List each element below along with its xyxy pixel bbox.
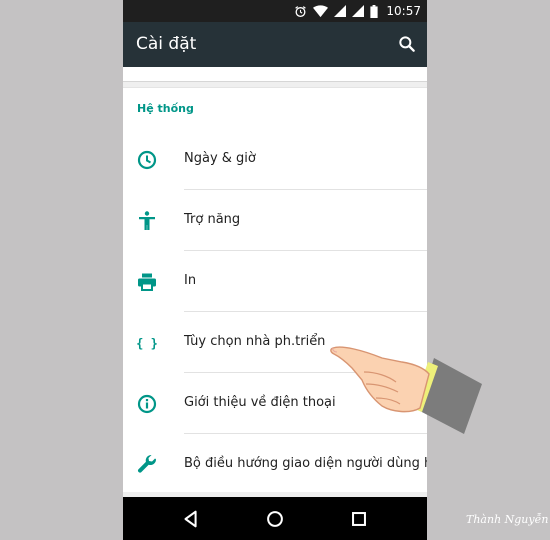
section-header: Hệ thống [137, 102, 194, 115]
back-button[interactable] [180, 508, 202, 530]
cell-signal-icon [334, 5, 347, 17]
watermark-signature: Thành Nguyễn [466, 513, 549, 526]
setting-label: In [184, 273, 197, 288]
setting-print[interactable]: In [123, 251, 427, 312]
status-bar: 10:57 [123, 0, 427, 22]
setting-date-time[interactable]: Ngày & giờ [123, 129, 427, 190]
setting-accessibility[interactable]: Trợ năng [123, 190, 427, 251]
setting-label: Tùy chọn nhà ph.triển [184, 334, 326, 349]
battery-icon [370, 4, 379, 18]
home-button[interactable] [264, 508, 286, 530]
developer-braces-icon: { } [136, 337, 158, 351]
clock-icon [137, 150, 157, 170]
app-bar: Cài đặt [123, 22, 427, 67]
status-clock: 10:57 [386, 4, 421, 18]
setting-label: Bộ điều hướng giao diện người dùng hệ.. [184, 456, 427, 471]
status-icons: 10:57 [294, 3, 421, 19]
info-icon [137, 394, 157, 414]
setting-label: Giới thiệu về điện thoại [184, 395, 336, 410]
setting-system-ui-tuner[interactable]: Bộ điều hướng giao diện người dùng hệ.. [123, 434, 427, 495]
pointing-hand-illustration [330, 346, 482, 434]
search-icon [399, 36, 415, 52]
navigation-bar [123, 497, 427, 540]
recents-button[interactable] [348, 508, 370, 530]
accessibility-icon [139, 211, 155, 230]
setting-label: Trợ năng [184, 212, 241, 227]
previous-section-card [123, 67, 427, 82]
search-button[interactable] [397, 34, 417, 54]
wrench-icon [138, 454, 156, 473]
printer-icon [138, 273, 156, 291]
page-title: Cài đặt [136, 34, 197, 54]
svg-text:{ }: { } [136, 337, 158, 351]
wifi-icon [313, 4, 329, 17]
alarm-icon [295, 5, 307, 17]
phone-screen: 10:57 Cài đặt Hệ thống Ngày & giờ Trợ nă… [123, 0, 427, 540]
cell-signal-2-icon [352, 5, 365, 17]
setting-label: Ngày & giờ [184, 151, 256, 166]
